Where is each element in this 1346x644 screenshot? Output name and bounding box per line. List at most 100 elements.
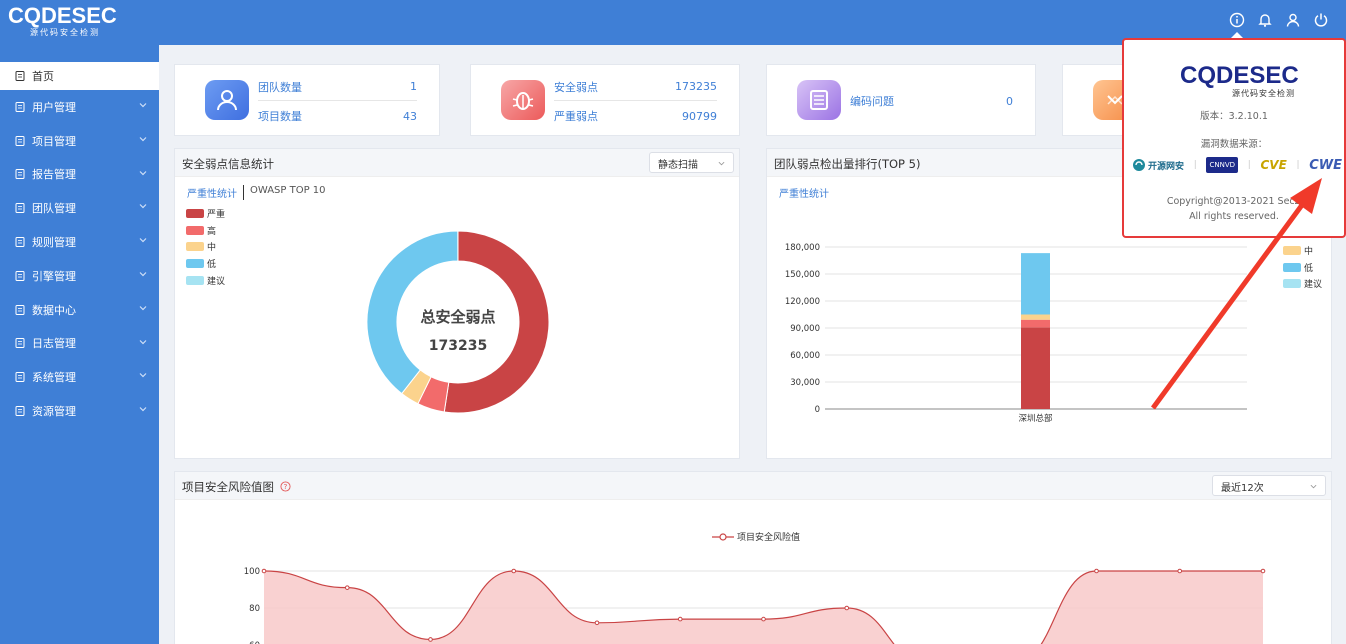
coding-issue-label: 编码问题 <box>850 95 894 108</box>
vuln-stat-card: 安全弱点 173235 严重弱点 90799 <box>470 64 740 136</box>
critical-count-value: 90799 <box>682 109 717 123</box>
resource-icon <box>14 405 26 417</box>
risk-point[interactable] <box>761 616 766 622</box>
team-stat-card: 团队数量 1 项目数量 43 <box>174 64 440 136</box>
sidebar-item-label: 报告管理 <box>32 168 76 182</box>
chevron-down-icon <box>139 373 147 378</box>
bar-segment[interactable] <box>1021 327 1050 409</box>
chevron-down-icon <box>139 103 147 108</box>
risk-point[interactable] <box>428 637 433 642</box>
vuln-count-row[interactable]: 安全弱点 173235 <box>554 73 717 101</box>
project-count-label: 项目数量 <box>258 110 302 123</box>
sidebar-item[interactable]: 数据中心 <box>0 293 159 327</box>
sidebar-item-label: 首页 <box>32 70 54 83</box>
y-tick-label: 60,000 <box>790 351 820 361</box>
y-tick-label: 30,000 <box>790 378 820 388</box>
popup-logo-sub: 源代码安全检测 <box>1232 89 1295 98</box>
user-icon[interactable] <box>1284 11 1302 29</box>
risk-panel: 项目安全风险值图 ? 最近12次 1008060 项目安全风险值 <box>174 471 1332 644</box>
legend-label: 建议 <box>1304 280 1323 291</box>
about-popup: CQDESEC 源代码安全检测 版本：3.2.10.1 漏洞数据来源： 开源网安… <box>1122 38 1346 238</box>
y-tick-label: 180,000 <box>785 243 820 253</box>
team-icon <box>205 80 249 120</box>
divider: | <box>1296 160 1300 170</box>
sidebar-item-label: 项目管理 <box>32 134 76 148</box>
donut-center-title: 总安全弱点 <box>420 308 496 326</box>
vuln-count-value: 173235 <box>675 80 717 93</box>
legend-swatch <box>1283 262 1301 272</box>
legend-item: 建议 <box>1283 276 1322 293</box>
rule-icon <box>14 236 26 248</box>
risk-legend: 项目安全风险值 <box>712 530 800 543</box>
brand-tagline: 源代码安全检测 <box>30 28 100 37</box>
copyright-text: Copyright@2013-2021 SecZ <box>1166 196 1302 207</box>
sidebar-item[interactable]: 系统管理 <box>0 360 159 394</box>
chevron-down-icon <box>139 170 147 175</box>
y-tick-label: 100 <box>244 567 260 577</box>
risk-point[interactable] <box>511 568 517 574</box>
sidebar-item[interactable]: 资源管理 <box>0 394 159 428</box>
rights-text: All rights reserved. <box>1189 211 1279 222</box>
y-tick-label: 150,000 <box>785 270 820 280</box>
bar-segment[interactable] <box>1021 314 1050 320</box>
y-tick-label: 0 <box>815 405 820 415</box>
sidebar-item-label: 日志管理 <box>32 337 76 351</box>
sidebar-item[interactable]: 首页 <box>0 62 159 90</box>
source-cwe: CWE <box>1309 157 1342 173</box>
popup-logo: CQDESEC <box>1180 62 1299 89</box>
code-icon <box>797 80 841 120</box>
power-icon[interactable] <box>1312 11 1330 29</box>
bar-segment[interactable] <box>1021 253 1050 315</box>
sidebar-item[interactable]: 日志管理 <box>0 327 159 361</box>
sidebar-item[interactable]: 规则管理 <box>0 225 159 259</box>
sidebar-item[interactable]: 项目管理 <box>0 124 159 158</box>
top-icons <box>1228 11 1330 29</box>
source-logos: 开源网安 | CNNVD | CVE | CWE <box>1132 150 1342 180</box>
sidebar: 首页用户管理项目管理报告管理团队管理 规则管理 引擎管理数据中心日志管理系统管理资源… <box>0 45 159 644</box>
risk-point[interactable] <box>1177 568 1183 574</box>
project-count-row[interactable]: 项目数量 43 <box>258 102 417 130</box>
coding-issue-value: 0 <box>1006 94 1013 108</box>
source-cnnvd: CNNVD <box>1206 157 1239 173</box>
team-legend: 中 低 建议 <box>1283 242 1322 292</box>
team-count-row[interactable]: 团队数量 1 <box>258 73 417 101</box>
sidebar-item[interactable]: 报告管理 <box>0 158 159 192</box>
sidebar-item-label: 资源管理 <box>32 405 76 419</box>
sidebar-menu: 首页用户管理项目管理报告管理团队管理 规则管理 引擎管理数据中心日志管理系统管理资源… <box>0 62 159 428</box>
brand-logo[interactable]: CQDESEC 源代码安全检测 <box>8 5 117 38</box>
team-count-label: 团队数量 <box>258 80 302 94</box>
risk-point[interactable] <box>344 585 350 590</box>
risk-point[interactable] <box>677 616 683 622</box>
team-icon <box>14 202 26 214</box>
chevron-down-icon <box>139 339 147 344</box>
bar-segment[interactable] <box>1021 319 1050 328</box>
risk-point[interactable] <box>844 605 850 611</box>
project-count-value: 43 <box>403 109 417 123</box>
y-tick-label: 80 <box>249 604 260 614</box>
risk-point[interactable] <box>261 568 267 574</box>
sidebar-item-label: 数据中心 <box>32 303 76 317</box>
info-icon[interactable] <box>1228 11 1246 29</box>
legend-label: 低 <box>1304 263 1314 274</box>
risk-point[interactable] <box>594 620 600 626</box>
sidebar-item[interactable]: 引擎管理 <box>0 259 159 293</box>
source-cve: CVE <box>1260 158 1287 172</box>
project-icon <box>14 135 26 147</box>
vuln-stats-panel: 安全弱点信息统计 静态扫描 严重性统计 OWASP TOP 10 严重高中低建议… <box>174 148 740 459</box>
sidebar-item[interactable]: 团队管理 <box>0 191 159 225</box>
risk-legend-label: 项目安全风险值 <box>737 533 801 543</box>
legend-swatch <box>1283 245 1301 255</box>
risk-point[interactable] <box>1094 568 1099 574</box>
legend-swatch <box>1283 279 1301 289</box>
risk-point[interactable] <box>1260 568 1266 574</box>
coding-issue-row[interactable]: 编码问题 0 <box>850 87 1013 115</box>
legend-label: 中 <box>1304 246 1314 257</box>
bell-icon[interactable] <box>1256 11 1274 29</box>
risk-legend-swatch <box>712 532 734 541</box>
sidebar-item[interactable]: 用户管理 <box>0 90 159 124</box>
brand-name: CQDESEC <box>8 3 117 28</box>
x-tick-label: 深圳总部 <box>1018 413 1053 424</box>
version-text: 版本：3.2.10.1 <box>1200 111 1268 122</box>
critical-count-row[interactable]: 严重弱点 90799 <box>554 102 717 130</box>
donut-center-value: 173235 <box>428 338 488 354</box>
